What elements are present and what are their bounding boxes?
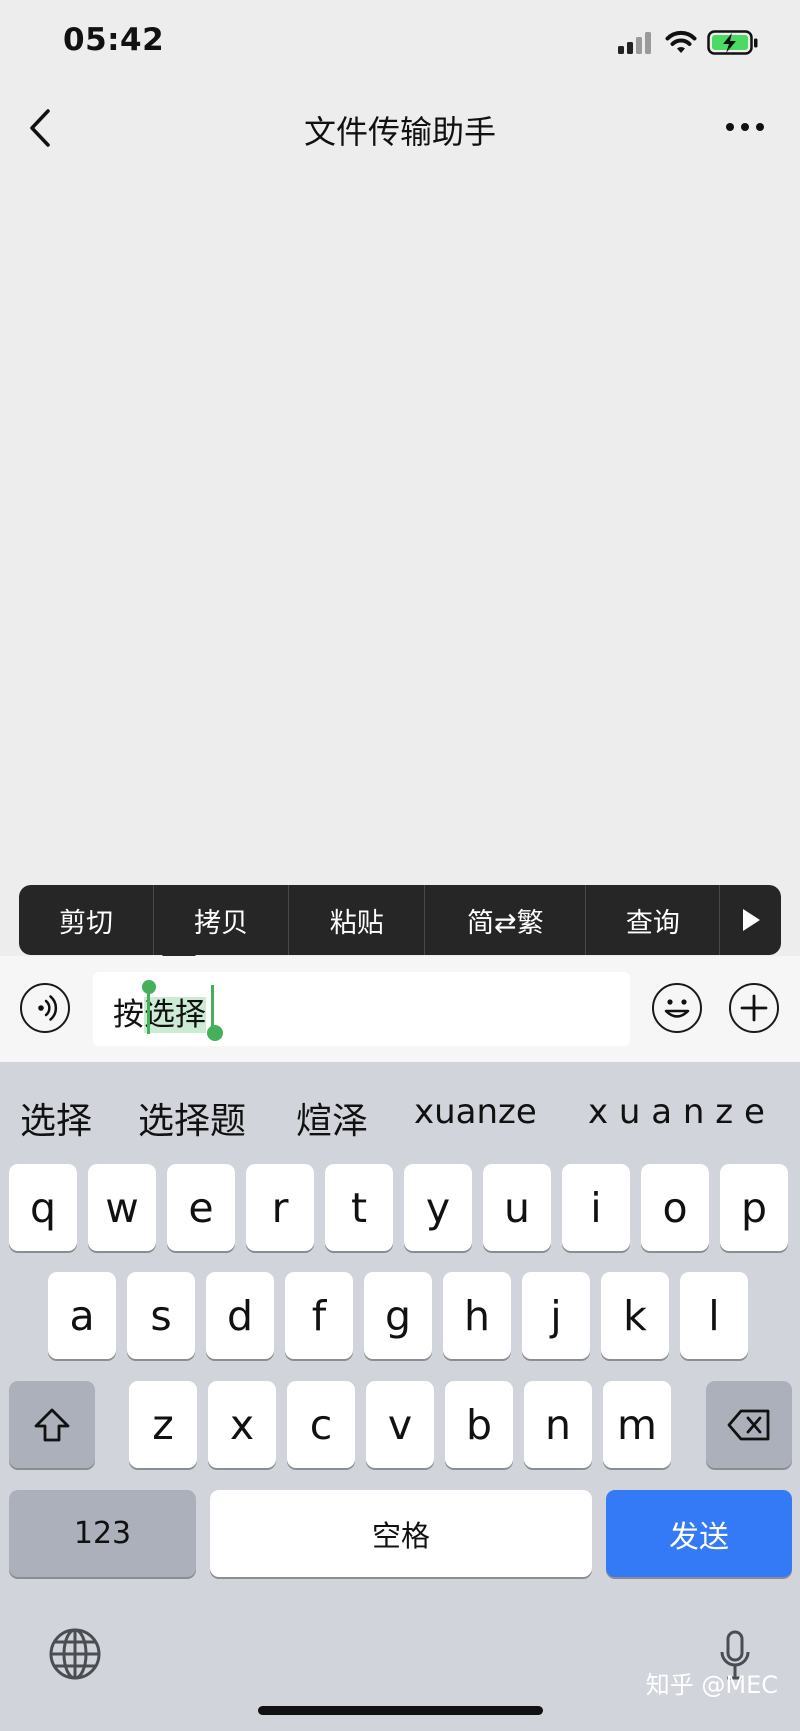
- key-m[interactable]: m: [603, 1381, 671, 1468]
- emoji-icon: [664, 999, 690, 1018]
- globe-icon[interactable]: [48, 1627, 102, 1681]
- battery-charging-icon: [707, 30, 758, 55]
- key-x[interactable]: x: [208, 1381, 276, 1468]
- play-arrow-icon: [742, 909, 760, 931]
- send-key[interactable]: 发送: [606, 1490, 792, 1577]
- watermark: 知乎 @MEC: [645, 1671, 778, 1699]
- input-text: 按选择: [113, 989, 206, 1034]
- key-z[interactable]: z: [129, 1381, 197, 1468]
- shift-icon: [34, 1408, 70, 1441]
- key-o[interactable]: o: [641, 1164, 709, 1251]
- voice-icon: [38, 995, 58, 1021]
- key-d[interactable]: d: [206, 1272, 274, 1359]
- key-t[interactable]: t: [325, 1164, 393, 1251]
- key-e[interactable]: e: [167, 1164, 235, 1251]
- candidate-word[interactable]: xuanze: [414, 1092, 537, 1132]
- key-a[interactable]: a: [48, 1272, 116, 1359]
- menu-simplified-traditional[interactable]: 简⇄繁: [425, 885, 587, 955]
- message-input[interactable]: 按选择: [93, 972, 630, 1046]
- text-context-menu: 剪切 拷贝 粘贴 简⇄繁 查询: [19, 885, 781, 955]
- menu-cut[interactable]: 剪切: [19, 885, 155, 955]
- candidate-word[interactable]: x u a n z e: [588, 1092, 765, 1132]
- plus-button[interactable]: [729, 983, 779, 1033]
- key-s[interactable]: s: [127, 1272, 195, 1359]
- home-indicator: [258, 1706, 543, 1715]
- key-f[interactable]: f: [285, 1272, 353, 1359]
- voice-button[interactable]: [20, 983, 70, 1033]
- numbers-key[interactable]: 123: [9, 1490, 196, 1577]
- wifi-icon: [665, 30, 697, 53]
- selection-start-handle[interactable]: [142, 980, 156, 1036]
- key-p[interactable]: p: [720, 1164, 788, 1251]
- emoji-button[interactable]: [652, 983, 702, 1033]
- more-options-icon[interactable]: [724, 120, 766, 134]
- menu-copy[interactable]: 拷贝: [154, 885, 290, 955]
- status-time: 05:42: [63, 22, 165, 58]
- key-n[interactable]: n: [524, 1381, 592, 1468]
- key-u[interactable]: u: [483, 1164, 551, 1251]
- candidate-word[interactable]: 选择: [20, 1092, 92, 1144]
- cellular-signal-icon: [618, 32, 652, 54]
- key-i[interactable]: i: [562, 1164, 630, 1251]
- backspace-key[interactable]: [706, 1381, 792, 1468]
- key-r[interactable]: r: [246, 1164, 314, 1251]
- key-c[interactable]: c: [287, 1381, 355, 1468]
- key-w[interactable]: w: [88, 1164, 156, 1251]
- shift-key[interactable]: [9, 1381, 95, 1468]
- chat-title: 文件传输助手: [303, 113, 496, 151]
- message-area[interactable]: [0, 168, 800, 884]
- candidate-word[interactable]: 煊泽: [296, 1092, 368, 1144]
- key-j[interactable]: j: [522, 1272, 590, 1359]
- key-v[interactable]: v: [366, 1381, 434, 1468]
- key-q[interactable]: q: [9, 1164, 77, 1251]
- key-l[interactable]: l: [680, 1272, 748, 1359]
- menu-more-arrow[interactable]: [720, 885, 781, 955]
- input-text-unselected: 按: [113, 997, 144, 1033]
- candidate-word[interactable]: 选择题: [138, 1092, 246, 1144]
- key-h[interactable]: h: [443, 1272, 511, 1359]
- menu-paste[interactable]: 粘贴: [289, 885, 426, 955]
- backspace-icon: [727, 1409, 770, 1440]
- key-y[interactable]: y: [404, 1164, 472, 1251]
- menu-lookup[interactable]: 查询: [586, 885, 721, 955]
- plus-icon: [740, 994, 768, 1022]
- key-k[interactable]: k: [601, 1272, 669, 1359]
- key-b[interactable]: b: [445, 1381, 513, 1468]
- keyboard: 选择 选择题 煊泽 xuanze x u a n z e 123 空格 发送 q…: [0, 1062, 800, 1731]
- space-key[interactable]: 空格: [210, 1490, 592, 1577]
- selection-end-handle[interactable]: [207, 985, 225, 1041]
- key-g[interactable]: g: [364, 1272, 432, 1359]
